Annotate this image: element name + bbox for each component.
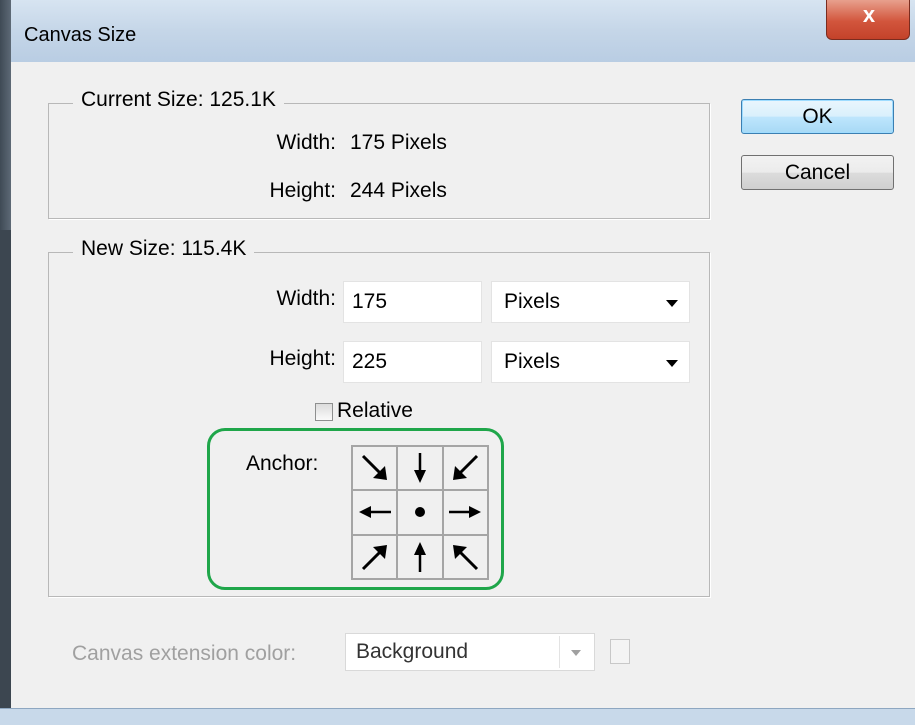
extension-color-label: Canvas extension color: <box>72 642 297 665</box>
anchor-highlight-outline <box>207 428 504 590</box>
current-width-label: Width: <box>276 131 336 154</box>
height-unit-select[interactable]: Pixels <box>491 341 690 383</box>
new-height-label: Height: <box>269 347 336 370</box>
close-icon: x <box>862 2 876 27</box>
cancel-button[interactable]: Cancel <box>741 155 894 190</box>
window-left-border-lower <box>0 230 11 724</box>
height-input[interactable]: 225 <box>343 341 482 383</box>
height-unit-value: Pixels <box>504 350 561 373</box>
width-unit-select[interactable]: Pixels <box>491 281 690 323</box>
relative-label[interactable]: Relative <box>337 399 413 423</box>
chevron-down-icon <box>571 650 581 656</box>
relative-checkbox[interactable] <box>315 403 333 421</box>
ok-button[interactable]: OK <box>741 99 894 134</box>
title-bar[interactable]: Canvas Size <box>0 0 915 62</box>
current-size-legend: Current Size: 125.1K <box>73 88 284 112</box>
current-width-value: 175 Pixels <box>350 131 447 154</box>
canvas-size-dialog: Canvas Size x Current Size: 125.1K Width… <box>0 0 915 725</box>
window-title: Canvas Size <box>24 24 137 46</box>
current-height-value: 244 Pixels <box>350 179 447 202</box>
select-divider <box>559 636 560 668</box>
new-size-legend: New Size: 115.4K <box>73 237 255 261</box>
extension-color-select[interactable]: Background <box>345 633 595 671</box>
width-input[interactable]: 175 <box>343 281 482 323</box>
width-unit-value: Pixels <box>504 290 561 313</box>
current-height-label: Height: <box>269 179 336 202</box>
chevron-down-icon <box>666 300 678 307</box>
window-bottom-border <box>0 708 915 725</box>
chevron-down-icon <box>666 360 678 367</box>
close-button[interactable]: x <box>826 0 910 40</box>
extension-color-value: Background <box>356 640 469 663</box>
new-width-label: Width: <box>276 287 336 310</box>
extension-color-swatch[interactable] <box>610 639 630 664</box>
